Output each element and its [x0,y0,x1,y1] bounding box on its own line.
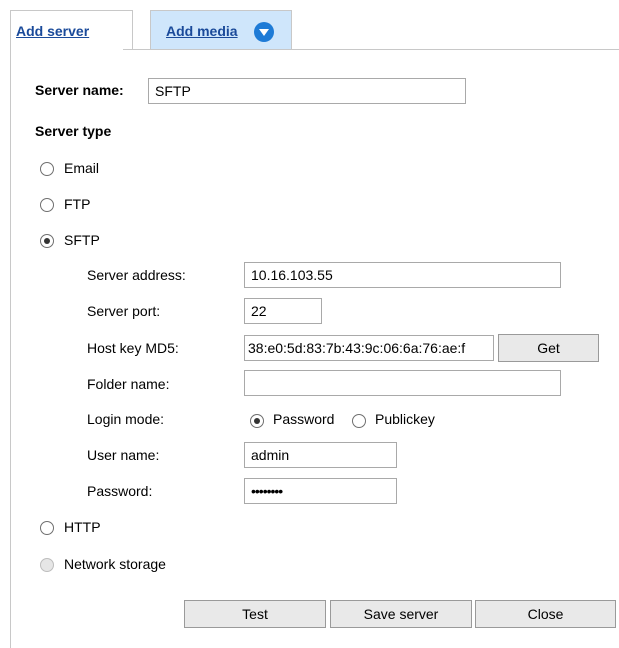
server-address-input[interactable]: 10.16.103.55 [244,262,561,288]
user-name-label: User name: [87,447,160,463]
tab-add-server[interactable]: Add server [10,10,133,50]
sftp-radio[interactable] [40,234,54,248]
close-button[interactable]: Close [475,600,616,628]
server-name-label: Server name: [35,82,124,98]
http-radio[interactable] [40,521,54,535]
publickey-mode-radio[interactable] [352,414,366,428]
network-storage-label: Network storage [64,556,166,572]
save-server-button[interactable]: Save server [330,600,472,628]
user-name-input[interactable]: admin [244,442,397,468]
ftp-radio[interactable] [40,198,54,212]
host-key-input[interactable]: 38:e0:5d:83:7b:43:9c:06:6a:76:ae:f [244,335,494,361]
password-label: Password: [87,483,153,499]
server-port-label: Server port: [87,303,161,319]
tab-divider [123,49,619,50]
server-name-input[interactable]: SFTP [148,78,466,104]
chevron-down-icon[interactable] [254,22,274,42]
tab-add-media[interactable]: Add media [150,10,292,50]
tab-bar: Add server Add media [10,10,619,50]
test-button[interactable]: Test [184,600,326,628]
login-mode-label: Login mode: [87,411,165,427]
email-radio[interactable] [40,162,54,176]
server-port-input[interactable]: 22 [244,298,322,324]
tab-add-server-link[interactable]: Add server [16,23,89,39]
get-button[interactable]: Get [498,334,599,362]
publickey-mode-label: Publickey [375,411,435,427]
password-input[interactable]: •••••••• [244,478,397,504]
folder-name-input[interactable] [244,370,561,396]
password-mode-radio[interactable] [250,414,264,428]
sftp-label: SFTP [64,232,100,248]
http-label: HTTP [64,519,101,535]
email-label: Email [64,160,100,176]
ftp-label: FTP [64,196,91,212]
server-address-label: Server address: [87,267,186,283]
network-storage-radio [40,558,54,572]
host-key-label: Host key MD5: [87,340,179,356]
server-type-label: Server type [35,123,112,139]
tab-add-media-link[interactable]: Add media [166,23,238,39]
password-mode-label: Password [273,411,335,427]
panel-border [10,50,11,648]
folder-name-label: Folder name: [87,376,170,392]
